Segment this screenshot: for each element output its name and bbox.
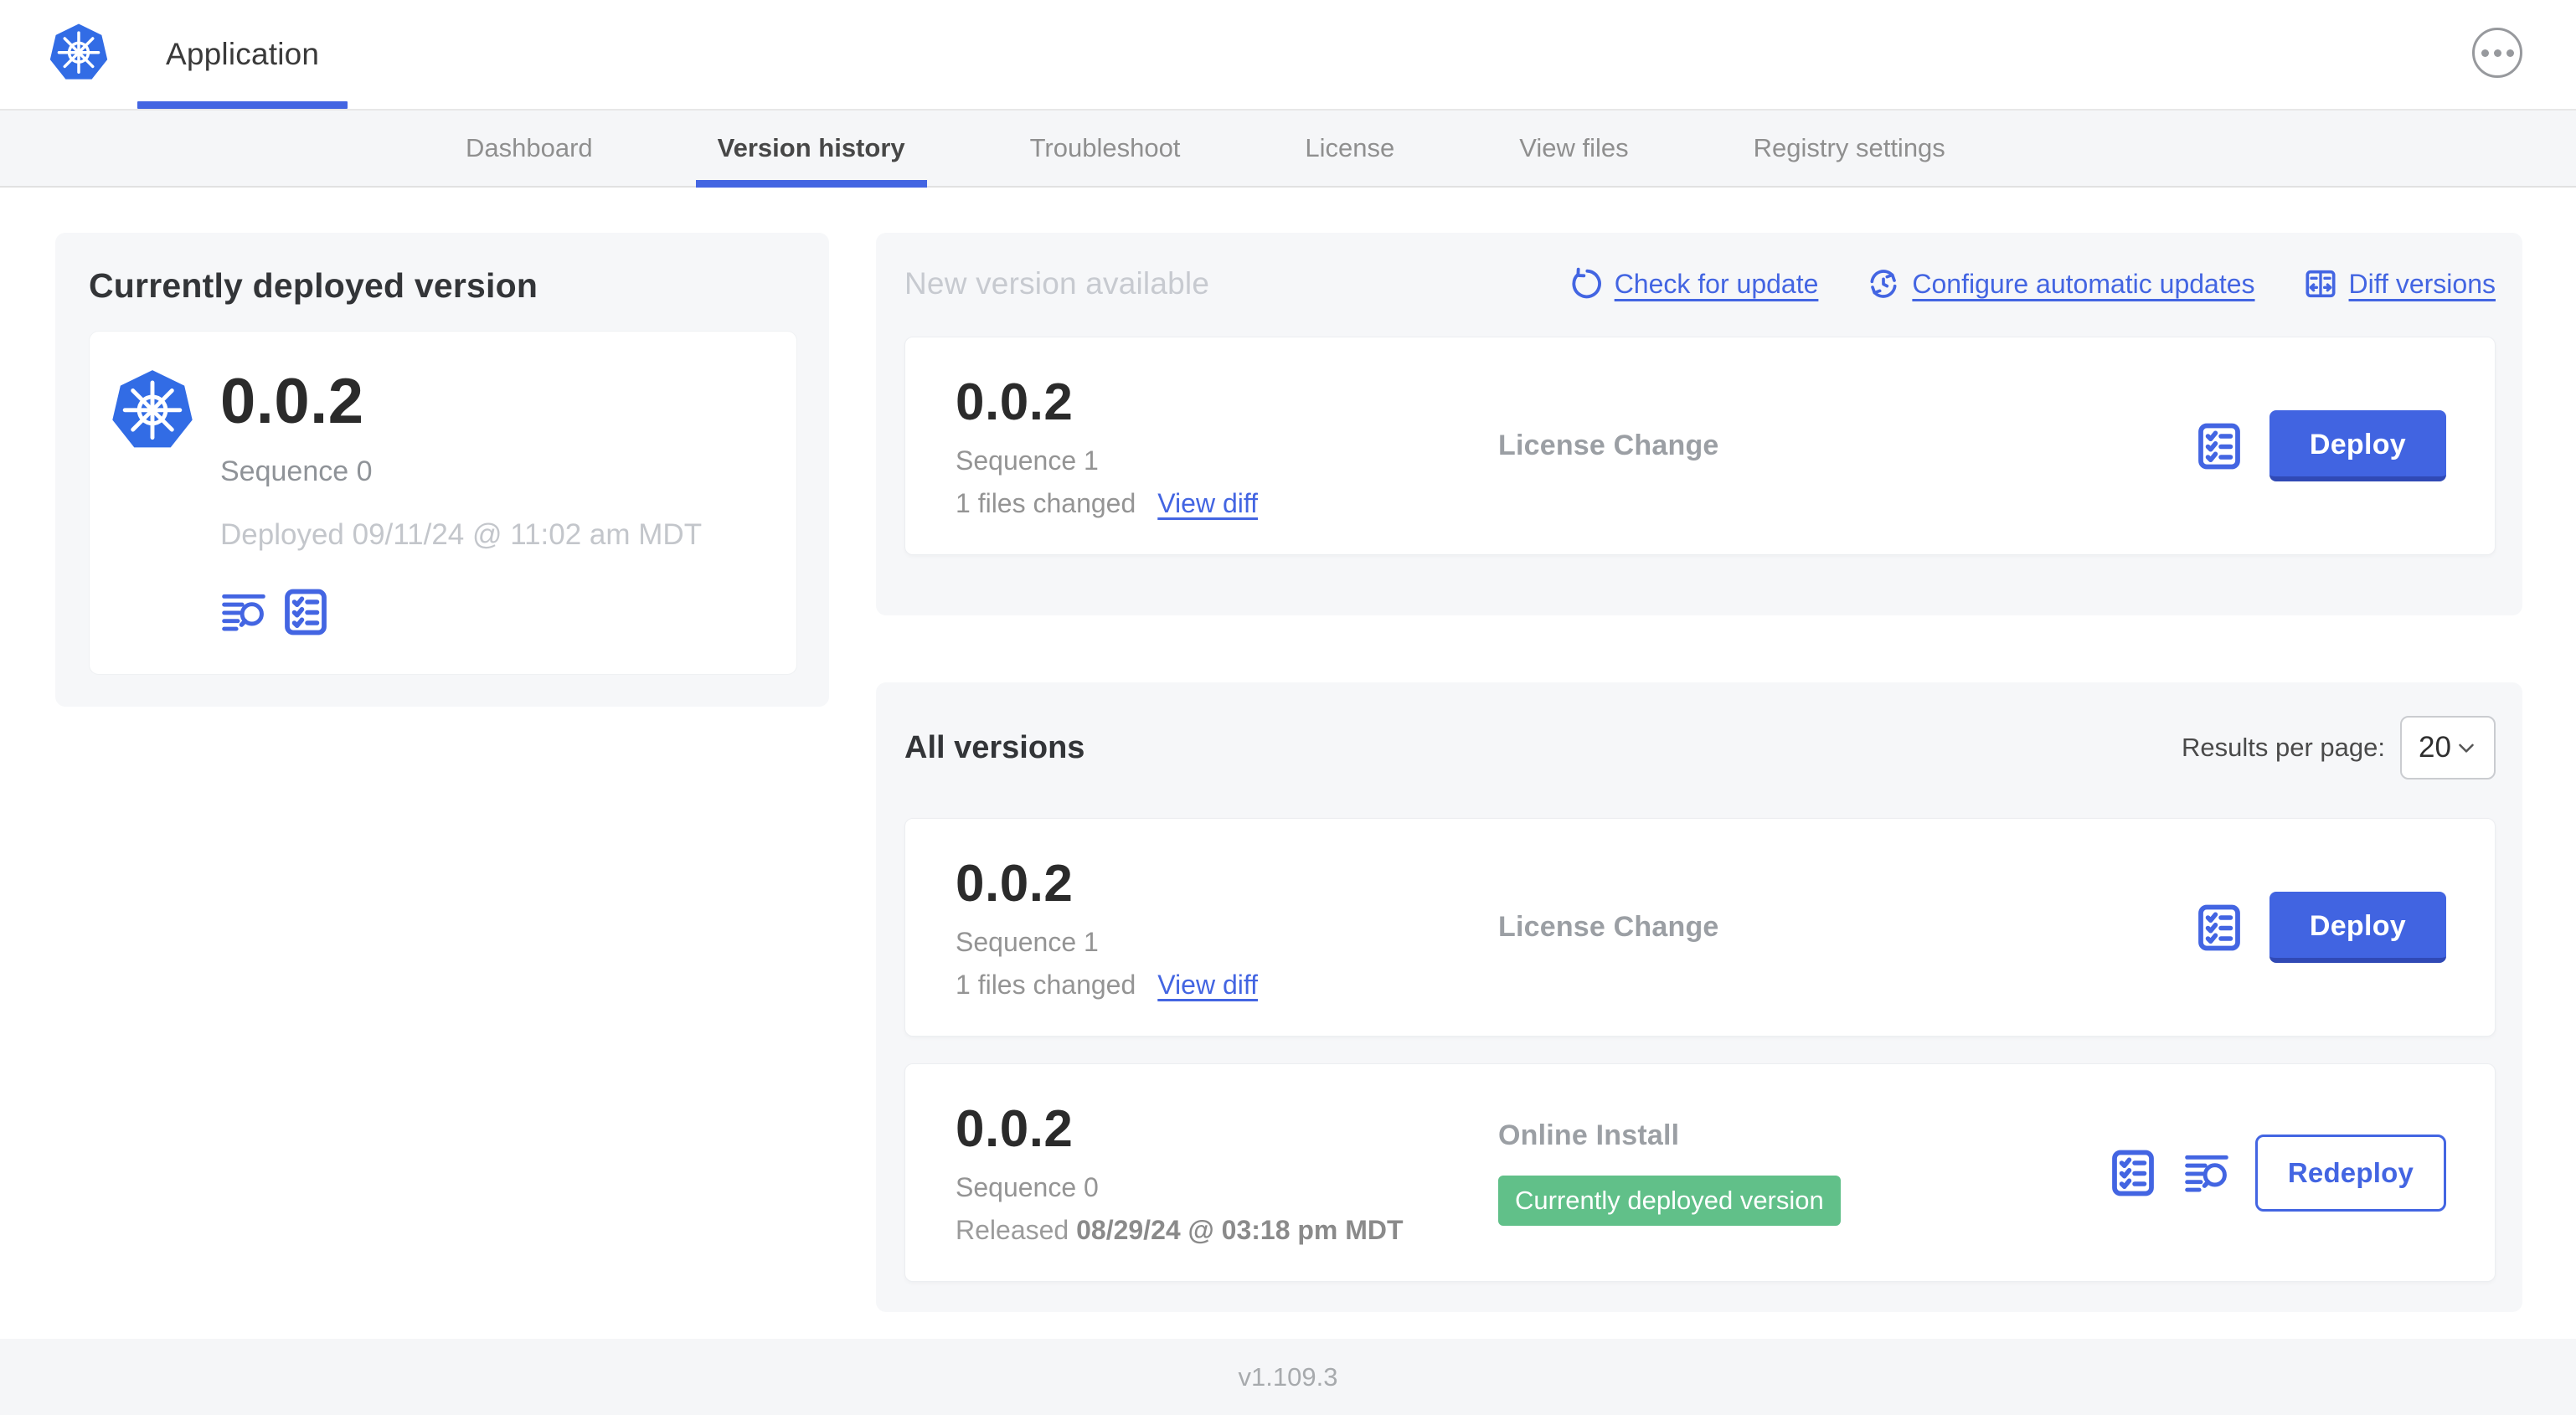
- main-content: Currently deployed version 0.0.2 Sequenc…: [0, 188, 2576, 1339]
- admin-console-version: v1.109.3: [1238, 1361, 1338, 1392]
- view-diff-link[interactable]: View diff: [1157, 488, 1258, 519]
- all-versions-title: All versions: [904, 729, 1085, 765]
- currently-deployed-panel: Currently deployed version 0.0.2 Sequenc…: [55, 233, 829, 707]
- redeploy-button[interactable]: Redeploy: [2254, 1134, 2446, 1212]
- new-version-row: 0.0.2 Sequence 1 1 files changed View di…: [904, 337, 2496, 555]
- version-source-label: License Change: [1498, 430, 1719, 461]
- refresh-icon: [1572, 267, 1601, 299]
- results-per-page-select[interactable]: 20: [2400, 716, 2496, 780]
- tab-troubleshoot[interactable]: Troubleshoot: [1030, 111, 1181, 186]
- diff-icon: [2306, 270, 2336, 298]
- kubernetes-logo-icon: [49, 23, 109, 81]
- new-version-panel: New version available Check for update C…: [876, 233, 2522, 615]
- app-tab-active-underline: [137, 101, 348, 109]
- tab-version-history[interactable]: Version history: [695, 111, 927, 188]
- check-for-update-link[interactable]: Check for update: [1569, 267, 1818, 301]
- logs-magnifier-icon: [2183, 1150, 2230, 1196]
- row-version-number: 0.0.2: [956, 1100, 1074, 1158]
- row-sequence: Sequence 1: [956, 445, 1099, 476]
- row-sequence: Sequence 1: [956, 927, 1099, 957]
- view-logs-button[interactable]: [2183, 1150, 2230, 1196]
- diff-versions-link[interactable]: Diff versions: [2304, 267, 2496, 301]
- checklist-icon: [2194, 421, 2244, 471]
- files-changed-text: 1 files changed: [956, 970, 1136, 1000]
- tab-registry-settings[interactable]: Registry settings: [1754, 111, 1945, 186]
- currently-deployed-title: Currently deployed version: [89, 266, 538, 305]
- version-row: 0.0.2 Sequence 1 1 files changed View di…: [904, 818, 2496, 1037]
- row-version-number: 0.0.2: [956, 373, 1074, 431]
- currently-deployed-badge: Currently deployed version: [1498, 1176, 1841, 1226]
- row-sequence: Sequence 0: [956, 1172, 1099, 1202]
- tab-dashboard[interactable]: Dashboard: [466, 111, 593, 186]
- version-source-label: Online Install: [1498, 1119, 1680, 1151]
- tab-view-files[interactable]: View files: [1519, 111, 1628, 186]
- preflight-checks-button[interactable]: [2194, 421, 2244, 471]
- overflow-menu-button[interactable]: [2472, 28, 2522, 78]
- checklist-icon: [2108, 1148, 2158, 1198]
- section-tabbar: Dashboard Version history Troubleshoot L…: [0, 109, 2576, 188]
- tab-license[interactable]: License: [1305, 111, 1394, 186]
- ellipsis-icon: [2481, 49, 2489, 57]
- app-header: Application: [0, 0, 2576, 109]
- deployed-timestamp: Deployed 09/11/24 @ 11:02 am MDT: [220, 517, 703, 551]
- checklist-icon: [2194, 903, 2244, 953]
- configure-automatic-updates-link[interactable]: Configure automatic updates: [1867, 267, 2255, 301]
- view-diff-link[interactable]: View diff: [1157, 970, 1258, 1001]
- preflight-checks-button[interactable]: [2194, 903, 2244, 953]
- preflight-checks-button[interactable]: [2108, 1148, 2158, 1198]
- schedule-sync-icon: [1870, 270, 1897, 298]
- files-changed-text: 1 files changed: [956, 488, 1136, 518]
- kubernetes-app-icon: [108, 368, 197, 457]
- deployed-version-number: 0.0.2: [220, 366, 364, 437]
- results-per-page-label: Results per page:: [2182, 733, 2385, 762]
- deploy-button[interactable]: Deploy: [2269, 892, 2446, 963]
- preflight-checks-button[interactable]: [281, 587, 331, 637]
- chevron-down-icon: [2459, 744, 2474, 753]
- version-source-label: License Change: [1498, 911, 1719, 943]
- currently-deployed-card: 0.0.2 Sequence 0 Deployed 09/11/24 @ 11:…: [89, 331, 797, 675]
- checklist-icon: [281, 587, 331, 637]
- version-row: 0.0.2 Sequence 0 Released 08/29/24 @ 03:…: [904, 1063, 2496, 1282]
- view-logs-button[interactable]: [220, 589, 267, 635]
- new-version-title: New version available: [904, 266, 1210, 301]
- page-footer: v1.109.3: [0, 1339, 2576, 1415]
- logs-magnifier-icon: [220, 589, 267, 635]
- app-nav-tab[interactable]: Application: [137, 0, 348, 109]
- released-timestamp: Released 08/29/24 @ 03:18 pm MDT: [956, 1215, 1404, 1245]
- app-title: Application: [166, 37, 320, 71]
- row-version-number: 0.0.2: [956, 855, 1074, 913]
- all-versions-panel: All versions Results per page: 20 0.0.2 …: [876, 682, 2522, 1312]
- deployed-sequence: Sequence 0: [220, 455, 373, 487]
- deploy-button[interactable]: Deploy: [2269, 410, 2446, 481]
